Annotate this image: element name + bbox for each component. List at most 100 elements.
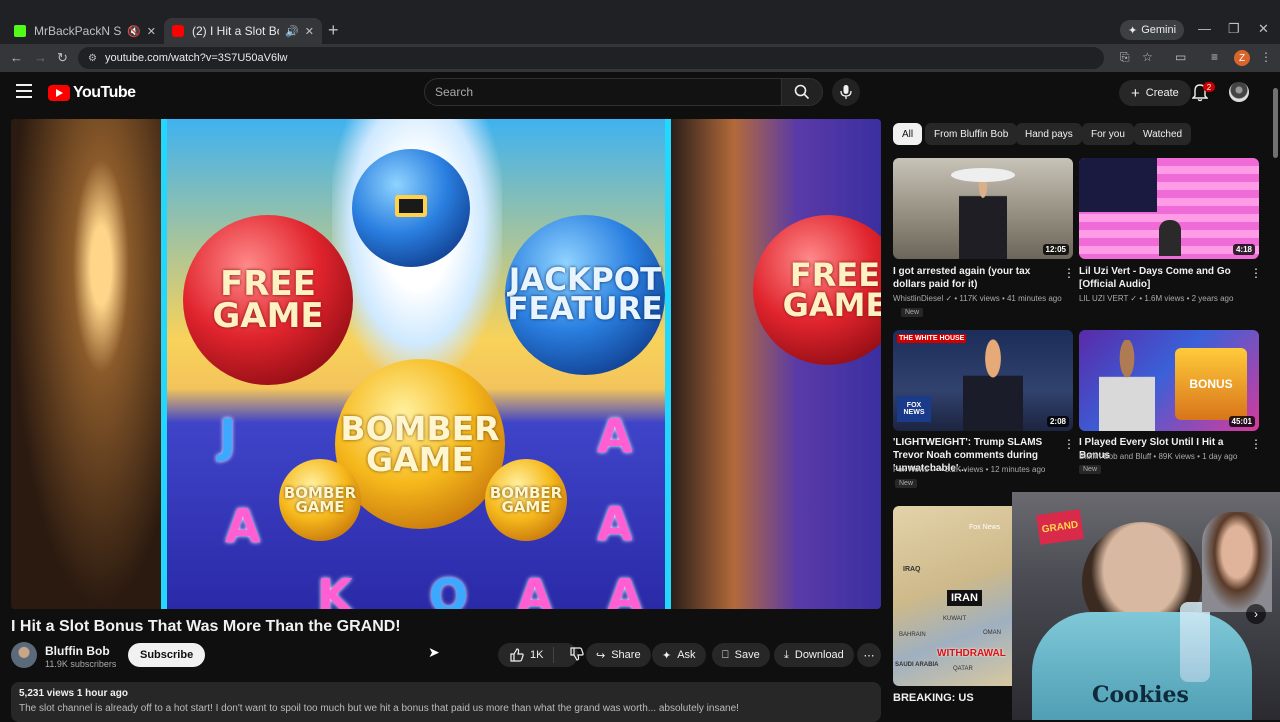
casino-background-left [11, 119, 161, 609]
video-thumbnail[interactable]: 4:18 [1079, 158, 1259, 259]
map-label-iraq: IRAQ [903, 566, 921, 573]
bomber-game-bomb-small-left: BOMBER GAME [279, 459, 361, 541]
like-button[interactable]: 1K [498, 647, 555, 663]
chip-all[interactable]: All [893, 123, 923, 145]
second-person [1202, 512, 1272, 612]
chip-watched[interactable]: Watched [1134, 123, 1192, 145]
subscribe-button[interactable]: Subscribe [128, 643, 206, 667]
thumbs-up-icon [510, 648, 524, 662]
bookmark-star-icon[interactable]: ☆ [1142, 50, 1153, 64]
video-title[interactable]: I got arrested again (your tax dollars p… [893, 265, 1061, 291]
map-label-qatar: QATAR [953, 666, 973, 672]
artist-figure [1159, 220, 1181, 256]
video-thumbnail[interactable]: IRAN WITHDRAWAL Fox News IRAQ KUWAIT SAU… [893, 506, 1013, 686]
video-thumbnail[interactable]: THE WHITE HOUSE FOX NEWS 2:08 [893, 330, 1073, 431]
video-menu-icon[interactable]: ⋮ [1250, 437, 1262, 451]
symbol-k: K [317, 569, 353, 609]
voice-search-button[interactable] [832, 78, 860, 106]
install-app-icon[interactable]: ⎘ [1120, 50, 1130, 65]
youtube-logo[interactable]: YouTube [48, 84, 136, 102]
save-button[interactable]: ⎕ Save [712, 643, 770, 667]
description-box[interactable]: 5,231 views 1 hour ago The slot channel … [11, 682, 881, 722]
video-menu-icon[interactable]: ⋮ [1063, 266, 1075, 280]
cast-icon[interactable]: ▭ [1175, 50, 1186, 64]
video-menu-icon[interactable]: ⋮ [1063, 437, 1075, 451]
video-duration: 2:08 [1046, 416, 1069, 427]
video-channel-meta: WhistlinDiesel ✓ • 117K views • 41 minut… [893, 294, 1062, 303]
extensions-icon[interactable]: ≡ [1211, 50, 1218, 64]
browser-tab-strip: MrBackPackN Stream - Wa 🔇 ✕ (2) I Hit a … [0, 0, 1280, 44]
notification-count-badge: 2 [1203, 82, 1215, 92]
free-game-bomb-side: FREE GAME [753, 215, 881, 365]
youtube-play-icon [48, 85, 70, 101]
subscriber-count: 11.9K subscribers [45, 659, 117, 669]
site-info-icon[interactable]: ⚙ [88, 53, 97, 64]
video-title[interactable]: BREAKING: US [893, 692, 974, 704]
page-scrollbar[interactable] [1273, 88, 1278, 158]
mute-icon[interactable]: 🔇 [127, 25, 141, 38]
slot-machine-right: FREE GAME [671, 119, 881, 609]
search-input[interactable]: Search [424, 78, 782, 106]
window-close-icon[interactable]: ✕ [1258, 21, 1269, 37]
browser-profile-avatar[interactable]: Z [1234, 50, 1250, 66]
video-meta: 117K views • 41 minutes ago [959, 294, 1062, 303]
create-label: Create [1145, 87, 1179, 99]
person-figure [1099, 340, 1155, 431]
thumbnail-banner-text: THE WHITE HOUSE [897, 334, 967, 343]
ask-button[interactable]: ✦ Ask [652, 643, 706, 667]
map-label-saudi: SAUDI ARABIA [895, 662, 939, 668]
youtube-header: YouTube Search + Create 2 [0, 72, 1280, 116]
gemini-button[interactable]: ✦ Gemini [1120, 20, 1185, 40]
hoodie-text: Cookies [1092, 682, 1189, 708]
reload-icon[interactable]: ↻ [57, 50, 68, 66]
video-player[interactable]: FREE GAME JACKPOT FEATURE BOMBER GAME BO… [11, 119, 881, 609]
channel-name[interactable]: Fox News [893, 465, 929, 474]
video-meta: 89K views • 1 day ago [1158, 452, 1238, 461]
video-duration: 12:05 [1042, 244, 1069, 255]
grand-sign: GRAND [1036, 509, 1084, 545]
chip-hand-pays[interactable]: Hand pays [1016, 123, 1082, 145]
tab-close-icon[interactable]: ✕ [147, 25, 156, 38]
video-channel-meta: LIL UZI VERT ✓ • 1.6M views • 2 years ag… [1079, 294, 1234, 303]
map-label-kuwait: KUWAIT [943, 616, 967, 622]
like-count: 1K [530, 649, 544, 661]
bomber-game-bomb-small-right: BOMBER GAME [485, 459, 567, 541]
video-thumbnail[interactable]: BONUS 45:01 [1079, 330, 1259, 431]
dislike-button[interactable] [560, 646, 585, 664]
search-icon [794, 84, 810, 100]
maximize-icon[interactable]: ❐ [1228, 21, 1240, 37]
browser-tab-stream[interactable]: MrBackPackN Stream - Wa 🔇 ✕ [6, 18, 164, 44]
account-avatar[interactable] [1229, 82, 1249, 102]
new-tab-button[interactable]: + [328, 20, 339, 41]
fox-news-logo: FOX NEWS [897, 396, 931, 422]
browser-menu-icon[interactable]: ⋮ [1260, 50, 1272, 64]
more-actions-icon[interactable]: ⋯ [857, 643, 881, 667]
chip-from-channel[interactable]: From Bluffin Bob [925, 123, 1018, 145]
next-arrow-icon[interactable]: › [1246, 604, 1266, 624]
channel-avatar[interactable] [11, 642, 37, 668]
channel-name[interactable]: Bluffin Bob and Bluff [1079, 452, 1151, 461]
channel-name[interactable]: WhistlinDiesel [893, 294, 943, 303]
gemini-sparkle-icon: ✦ [1128, 24, 1138, 37]
tab-close-icon[interactable]: ✕ [305, 25, 314, 38]
audio-icon[interactable]: 🔊 [285, 25, 299, 38]
browser-tab-youtube[interactable]: (2) I Hit a Slot Bonus That W 🔊 ✕ [164, 18, 322, 44]
search-button[interactable] [781, 78, 823, 106]
hamburger-menu-icon[interactable] [16, 84, 32, 98]
download-button[interactable]: ⤓ Download [774, 643, 854, 667]
back-icon[interactable]: ← [10, 50, 23, 65]
video-menu-icon[interactable]: ⋮ [1250, 266, 1262, 280]
channel-name[interactable]: Bluffin Bob [45, 644, 110, 658]
chip-for-you[interactable]: For you [1082, 123, 1134, 145]
forward-icon[interactable]: → [34, 50, 47, 65]
channel-name[interactable]: LIL UZI VERT [1079, 294, 1128, 303]
share-button[interactable]: ↪ Share [586, 643, 651, 667]
minimize-icon[interactable]: — [1198, 21, 1211, 36]
symbol-a: A [607, 569, 643, 609]
omnibox[interactable]: ⚙ youtube.com/watch?v=3S7U50aV6lw [78, 47, 1104, 69]
create-button[interactable]: + Create [1119, 80, 1191, 106]
video-thumbnail[interactable]: 12:05 [893, 158, 1073, 259]
video-title[interactable]: Lil Uzi Vert - Days Come and Go [Officia… [1079, 265, 1247, 291]
tab-title: (2) I Hit a Slot Bonus That W [192, 24, 279, 38]
ask-label: Ask [677, 649, 696, 661]
